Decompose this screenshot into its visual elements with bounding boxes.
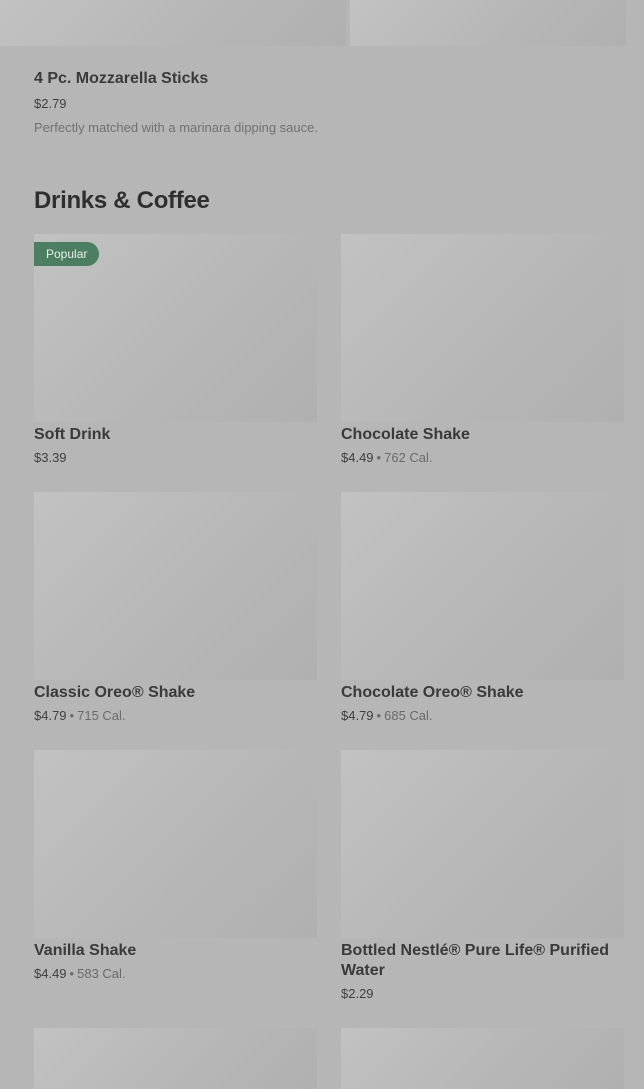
menu-item-description: Perfectly matched with a marinara dippin…: [34, 120, 318, 135]
menu-item-name[interactable]: Bottled Nestlé® Pure Life® Purified Wate…: [341, 941, 624, 981]
separator-dot: •: [376, 708, 382, 723]
menu-item-price: $4.79: [341, 708, 374, 723]
menu-item-name[interactable]: 4 Pc. Mozzarella Sticks: [34, 69, 208, 89]
menu-item-price: $4.49: [341, 450, 374, 465]
menu-item-price-line: $3.39: [34, 450, 317, 466]
menu-item-image[interactable]: [341, 750, 624, 938]
menu-item-price-line: $2.29: [341, 986, 624, 1002]
separator-dot: •: [376, 450, 382, 465]
menu-item-price-line: $4.49 • 583 Cal.: [34, 966, 317, 982]
menu-item-name[interactable]: Classic Oreo® Shake: [34, 683, 317, 703]
menu-item-price: $3.39: [34, 450, 67, 465]
menu-item-image[interactable]: [341, 1028, 624, 1089]
menu-item-calories: 762 Cal.: [384, 450, 433, 465]
menu-item-image[interactable]: [34, 492, 317, 680]
menu-item-price-line: $4.79 • 685 Cal.: [341, 708, 624, 724]
menu-item-price-line: $4.79 • 715 Cal.: [34, 708, 317, 724]
popular-badge: Popular: [34, 242, 100, 266]
menu-page: 4 Pc. Mozzarella Sticks $2.79 Perfectly …: [0, 0, 644, 1089]
menu-item-name[interactable]: Chocolate Oreo® Shake: [341, 683, 624, 703]
separator-dot: •: [69, 966, 75, 981]
menu-item-calories: 715 Cal.: [77, 708, 126, 723]
section-title: Drinks & Coffee: [34, 187, 210, 214]
menu-item-price: $4.79: [34, 708, 67, 723]
menu-item-name[interactable]: Soft Drink: [34, 425, 317, 445]
menu-item-image[interactable]: [34, 750, 317, 938]
menu-item-name[interactable]: Vanilla Shake: [34, 941, 317, 961]
menu-item-price-line: $4.49 • 762 Cal.: [341, 450, 624, 466]
menu-item-price: $4.49: [34, 966, 67, 981]
menu-item-price: $2.29: [341, 986, 374, 1001]
menu-item-price: $2.79: [34, 96, 67, 111]
menu-item-image[interactable]: [0, 0, 346, 46]
menu-item-image[interactable]: [34, 1028, 317, 1089]
menu-item-image[interactable]: [350, 0, 626, 46]
menu-item-calories: 583 Cal.: [77, 966, 126, 981]
menu-item-name[interactable]: Chocolate Shake: [341, 425, 624, 445]
menu-item-image[interactable]: [341, 492, 624, 680]
menu-item-image[interactable]: [341, 234, 624, 422]
separator-dot: •: [69, 708, 75, 723]
menu-item-calories: 685 Cal.: [384, 708, 433, 723]
